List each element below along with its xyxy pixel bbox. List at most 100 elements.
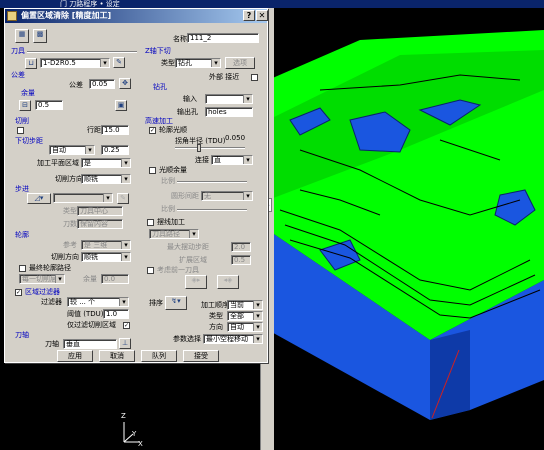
keep-previous-label: 考虑前一刀具 (157, 266, 199, 274)
trochoid-pattern-b-icon[interactable]: ◂◈ (217, 275, 239, 289)
tool-group-label: 刀具 (11, 47, 25, 55)
dialog-app-icon (7, 11, 17, 21)
connection-select[interactable]: 直 (211, 155, 253, 165)
cancel-button[interactable]: 取消 (99, 350, 135, 362)
toolaxis-edit-icon[interactable]: ⊥ (119, 338, 131, 349)
plunge-group-label: Z轴下切 (145, 47, 171, 55)
tool-edit-icon[interactable]: ✎ (113, 57, 125, 68)
order-icon[interactable]: ↯▾ (165, 296, 187, 310)
toolaxis-value[interactable]: 垂直 (63, 339, 117, 349)
trochoid-type-select[interactable]: 刀具路径 (149, 229, 199, 239)
each-level-select[interactable]: 每一切削层 (19, 274, 65, 284)
allowance-icon[interactable]: ⊟ (19, 100, 31, 111)
threshold-input[interactable]: 1.0 (103, 309, 129, 319)
profile-ref-label: 参考 (63, 241, 77, 249)
cutting-group-label: 切削 (15, 117, 29, 125)
allowance-component-icon[interactable]: ▣ (115, 100, 127, 111)
outside-approach-label: 外部 接近 (209, 73, 240, 81)
trochoid-dist-input[interactable]: 2.0 (231, 242, 251, 252)
apply-button[interactable]: 应用 (57, 350, 93, 362)
help-button[interactable]: ? (243, 10, 255, 21)
toolaxis-label: 刀轴 (45, 340, 59, 348)
tolerance-group-label: 公差 (11, 71, 25, 79)
corner-radius-slider[interactable] (175, 147, 245, 149)
smooth-checkbox[interactable]: ✓ (149, 127, 156, 134)
stepdown-input[interactable]: 0.25 (101, 145, 129, 155)
only-cut-area-checkbox[interactable]: ✓ (123, 322, 130, 329)
smooth-label: 轮廓光顺 (159, 126, 187, 134)
link-select[interactable]: 最小空程移动 (203, 334, 263, 344)
threshold-label: 阈值 (TDU) (67, 310, 104, 318)
queue-button[interactable]: 队列 (141, 350, 177, 362)
outside-approach-checkbox[interactable] (251, 74, 258, 81)
close-button[interactable]: ✕ (256, 10, 268, 21)
thickness-icon[interactable]: ▩ (33, 29, 47, 43)
stepdown-group-label: 下切步距 (15, 137, 43, 145)
profile-ref-select[interactable]: 是 三维 (81, 240, 131, 250)
trochoid-pattern-a-icon[interactable]: ◈▸ (185, 275, 207, 289)
drill-in-select[interactable] (205, 94, 253, 104)
ratio2-label: 比例 (161, 205, 175, 213)
filter-select[interactable]: 较 ... 个 (67, 297, 129, 307)
tool-group-line (27, 51, 137, 53)
strategy-icon[interactable]: ▦ (15, 29, 29, 43)
pattern-edit-icon[interactable]: ✎ (117, 193, 129, 204)
final-profile-checkbox[interactable] (19, 265, 26, 272)
cut-direction-label: 切削方向 (55, 175, 83, 183)
area-filter-checkbox[interactable]: ✓ (15, 289, 22, 296)
trochoid-expand-label: 扩展区域 (179, 256, 207, 264)
dialog-title-bar: 偏置区域清除 [精度加工] ? ✕ (5, 9, 268, 23)
profile-tol-label: 余量 (83, 275, 97, 283)
pattern-rev-value: 保留内容 (77, 219, 123, 229)
profile-direction-select[interactable]: 顺铣 (81, 252, 131, 262)
circle-spacing-select[interactable]: 无 (201, 191, 253, 201)
corner-radius-slider-thumb[interactable] (197, 144, 201, 152)
order-label: 排序 (149, 299, 163, 307)
profile-group-label: 轮廓 (15, 231, 29, 239)
cut-direction-select[interactable]: 顺铣 (81, 174, 131, 184)
drill-out-label: 输出孔 (177, 108, 198, 116)
profile-direction-label: 切削方向 (51, 253, 79, 261)
keep-previous-checkbox[interactable] (147, 267, 154, 274)
plunge-type-select[interactable]: 钻孔 (175, 58, 221, 68)
tolerance-input[interactable]: 0.05 (89, 79, 115, 89)
trochoid-checkbox[interactable] (147, 219, 154, 226)
level-select[interactable]: 是 (81, 158, 131, 168)
hsm-group-label: 高速加工 (145, 117, 173, 125)
stepover-input[interactable]: 15.0 (101, 125, 129, 135)
order-type-label: 类型 (209, 312, 223, 320)
order-area-select[interactable]: 当前 (227, 300, 263, 310)
drill-out-input[interactable]: holes (205, 107, 253, 117)
order-type-select[interactable]: 全部 (227, 311, 263, 321)
allowance-input[interactable]: 0.5 (35, 100, 63, 110)
circle-spacing-label: 圆形间距 (171, 192, 199, 200)
app-title-strip: 门 刀路程序 • 设定 (0, 0, 544, 8)
drill-group-label: 钻孔 (153, 83, 167, 91)
connection-label: 连接 (195, 156, 209, 164)
drill-in-label: 输入 (183, 95, 197, 103)
stepover-checkbox[interactable] (17, 127, 24, 134)
offset-area-clearance-dialog: 偏置区域清除 [精度加工] ? ✕ ▦ ▩ 名称 111_2 刀具 ⊔ 1-D2… (4, 8, 268, 363)
link-label: 参数选择 (173, 335, 201, 343)
accept-button[interactable]: 接受 (183, 350, 219, 362)
tolerance-label: 公差 (69, 81, 83, 89)
pattern-icon[interactable]: ◿▾ (27, 193, 51, 204)
order-direction-select[interactable]: 自动 (227, 322, 263, 332)
ratio-slider[interactable] (177, 181, 247, 183)
tool-select[interactable]: 1-D2R0.5 (40, 58, 110, 68)
trochoid-expand-input[interactable]: 0.5 (231, 255, 251, 265)
profile-tol-input[interactable]: 0.0 (101, 274, 129, 284)
plunge-options-button[interactable]: 选项 (225, 57, 255, 69)
pattern-select[interactable] (53, 193, 113, 203)
tolerance-lock-icon[interactable]: ✥ (119, 78, 131, 89)
tool-icon[interactable]: ⊔ (25, 58, 37, 69)
toolaxis-group-label: 刀轴 (15, 331, 29, 339)
pattern-rev-label: 刀数 (63, 220, 77, 228)
final-profile-label: 最终轮廓路径 (29, 264, 71, 272)
pattern-type-value: 刀具中心 (77, 206, 123, 216)
ratio2-slider[interactable] (177, 209, 247, 211)
corner-smooth-checkbox[interactable] (149, 167, 156, 174)
name-input[interactable]: 111_2 (187, 33, 259, 43)
ratio-label: 比例 (161, 177, 175, 185)
stepdown-mode-select[interactable]: 自动 (49, 145, 95, 155)
